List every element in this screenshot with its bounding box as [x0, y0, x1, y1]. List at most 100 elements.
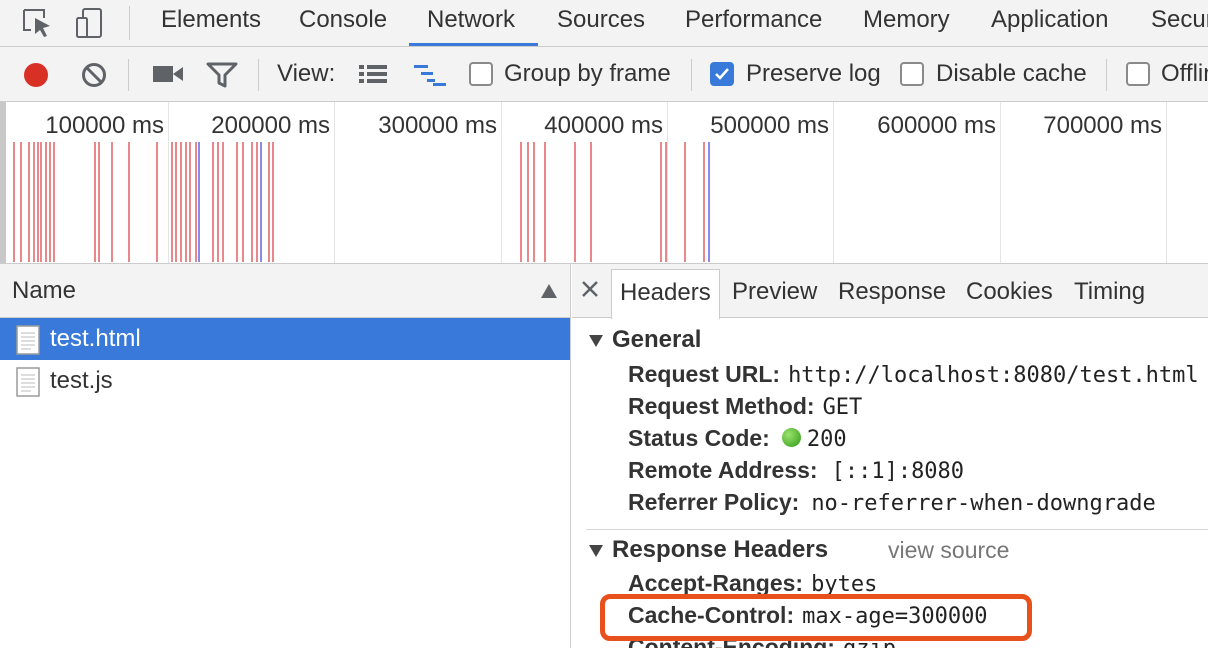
tab-sources[interactable]: Sources [557, 0, 645, 46]
overview-tick-label: 500000 ms [710, 112, 829, 139]
device-toolbar-icon[interactable] [74, 6, 108, 40]
overview-request-bar [189, 142, 191, 262]
overview-request-bar [180, 142, 182, 262]
tab-response[interactable]: Response [838, 264, 946, 320]
overview-request-bar [98, 142, 100, 262]
tab-console[interactable]: Console [299, 0, 387, 46]
tab-performance[interactable]: Performance [685, 0, 822, 46]
group-by-frame-checkbox[interactable] [469, 62, 493, 86]
overview-request-bar [222, 142, 224, 262]
script-file-icon [16, 367, 40, 397]
active-tab-indicator [409, 43, 538, 46]
filter-icon[interactable] [206, 61, 238, 94]
tab-headers[interactable]: Headers [611, 269, 720, 319]
header-row-request-method: Request Method: GET [628, 393, 863, 420]
name-column-header[interactable]: Name [0, 264, 570, 318]
tab-elements[interactable]: Elements [161, 0, 261, 46]
checkmark-icon [715, 68, 729, 80]
overview-request-bar [156, 142, 158, 262]
request-name: test.js [50, 367, 113, 394]
overview-request-bar [703, 142, 705, 262]
waterfall-overview-icon[interactable] [413, 63, 447, 92]
overview-request-bar [242, 142, 244, 262]
header-row-status-code: Status Code: 200 [628, 425, 847, 452]
tab-security[interactable]: Security [1151, 0, 1208, 46]
overview-request-bar [53, 142, 55, 262]
screenshot-camera-icon[interactable] [152, 62, 184, 91]
toolbar-separator [128, 59, 129, 91]
overview-request-bar [527, 142, 529, 262]
overview-request-bar [49, 142, 51, 262]
overview-request-bar [94, 142, 96, 262]
overview-tick-label: 200000 ms [211, 112, 330, 139]
disable-cache-checkbox[interactable] [900, 62, 924, 86]
overview-request-bar [520, 142, 522, 262]
overview-request-bar [256, 142, 258, 262]
tab-network[interactable]: Network [427, 0, 515, 46]
overview-grid-line [667, 102, 668, 263]
collapse-triangle-icon[interactable] [588, 334, 604, 348]
overview-load-bar [708, 142, 710, 262]
request-details: Headers Preview Response Cookies Timing … [572, 264, 1208, 648]
preserve-log-label: Preserve log [746, 60, 881, 87]
document-icon [16, 325, 40, 355]
overview-grid-line [168, 102, 169, 263]
overview-request-bar [574, 142, 576, 262]
overview-tick-label: 300000 ms [378, 112, 497, 139]
request-row-test-html[interactable]: test.html [0, 318, 570, 360]
toolbar-separator [1106, 59, 1107, 91]
overview-request-bar [533, 142, 535, 262]
toolbar-separator [258, 59, 259, 91]
collapse-triangle-icon[interactable] [588, 544, 604, 558]
overview-grid-line [501, 102, 502, 263]
preserve-log-checkbox[interactable] [710, 62, 734, 86]
overview-request-bar [128, 142, 130, 262]
response-headers-section-title[interactable]: Response Headers [612, 536, 828, 564]
overview-request-bar [660, 142, 662, 262]
overview-grid-line [334, 102, 335, 263]
name-column-label: Name [12, 277, 77, 304]
overview-window-handle[interactable] [0, 102, 6, 263]
request-row-test-js[interactable]: test.js [0, 360, 570, 402]
offline-checkbox[interactable] [1126, 62, 1150, 86]
overview-request-bar [195, 142, 197, 262]
overview-request-bar [268, 142, 270, 262]
overview-request-bar [185, 142, 187, 262]
overview-request-bar [37, 142, 39, 262]
offline-label: Offline [1161, 60, 1208, 87]
overview-tick-label: 600000 ms [877, 112, 996, 139]
sort-ascending-icon[interactable] [540, 283, 558, 299]
tab-timing[interactable]: Timing [1074, 264, 1145, 320]
section-divider [586, 529, 1208, 530]
inspect-element-icon[interactable] [20, 6, 54, 40]
disable-cache-label: Disable cache [936, 60, 1087, 87]
overview-request-bar [28, 142, 30, 262]
large-rows-icon[interactable] [358, 63, 388, 90]
overview-grid-line [1000, 102, 1001, 263]
clear-icon[interactable] [80, 61, 108, 94]
overview-request-bar [33, 142, 35, 262]
overview-request-bar [212, 142, 214, 262]
overview-grid-line [833, 102, 834, 263]
tab-cookies[interactable]: Cookies [966, 264, 1053, 320]
header-row-request-url: Request URL: http://localhost:8080/test.h… [628, 361, 1199, 388]
general-section-title[interactable]: General [612, 326, 701, 354]
view-source-link[interactable]: view source [888, 537, 1009, 564]
overview-load-bar [260, 142, 262, 262]
tab-preview[interactable]: Preview [732, 264, 817, 320]
request-name: test.html [50, 325, 141, 352]
overview-request-bar [40, 142, 42, 262]
overview-request-bar [45, 142, 47, 262]
close-icon[interactable] [580, 279, 600, 299]
overview-request-bar [684, 142, 686, 262]
overview-tick-label: 400000 ms [544, 112, 663, 139]
overview-request-bar [13, 142, 15, 262]
overview-load-bar [198, 142, 200, 262]
overview-grid-line [1166, 102, 1167, 263]
network-overview[interactable]: 100000 ms 200000 ms 300000 ms 400000 ms 5000… [0, 102, 1208, 264]
header-row-remote-address: Remote Address: [::1]:8080 [628, 457, 965, 484]
tab-application[interactable]: Application [991, 0, 1108, 46]
record-icon[interactable] [22, 61, 50, 94]
details-tabbar: Headers Preview Response Cookies Timing [572, 264, 1208, 320]
tab-memory[interactable]: Memory [863, 0, 950, 46]
